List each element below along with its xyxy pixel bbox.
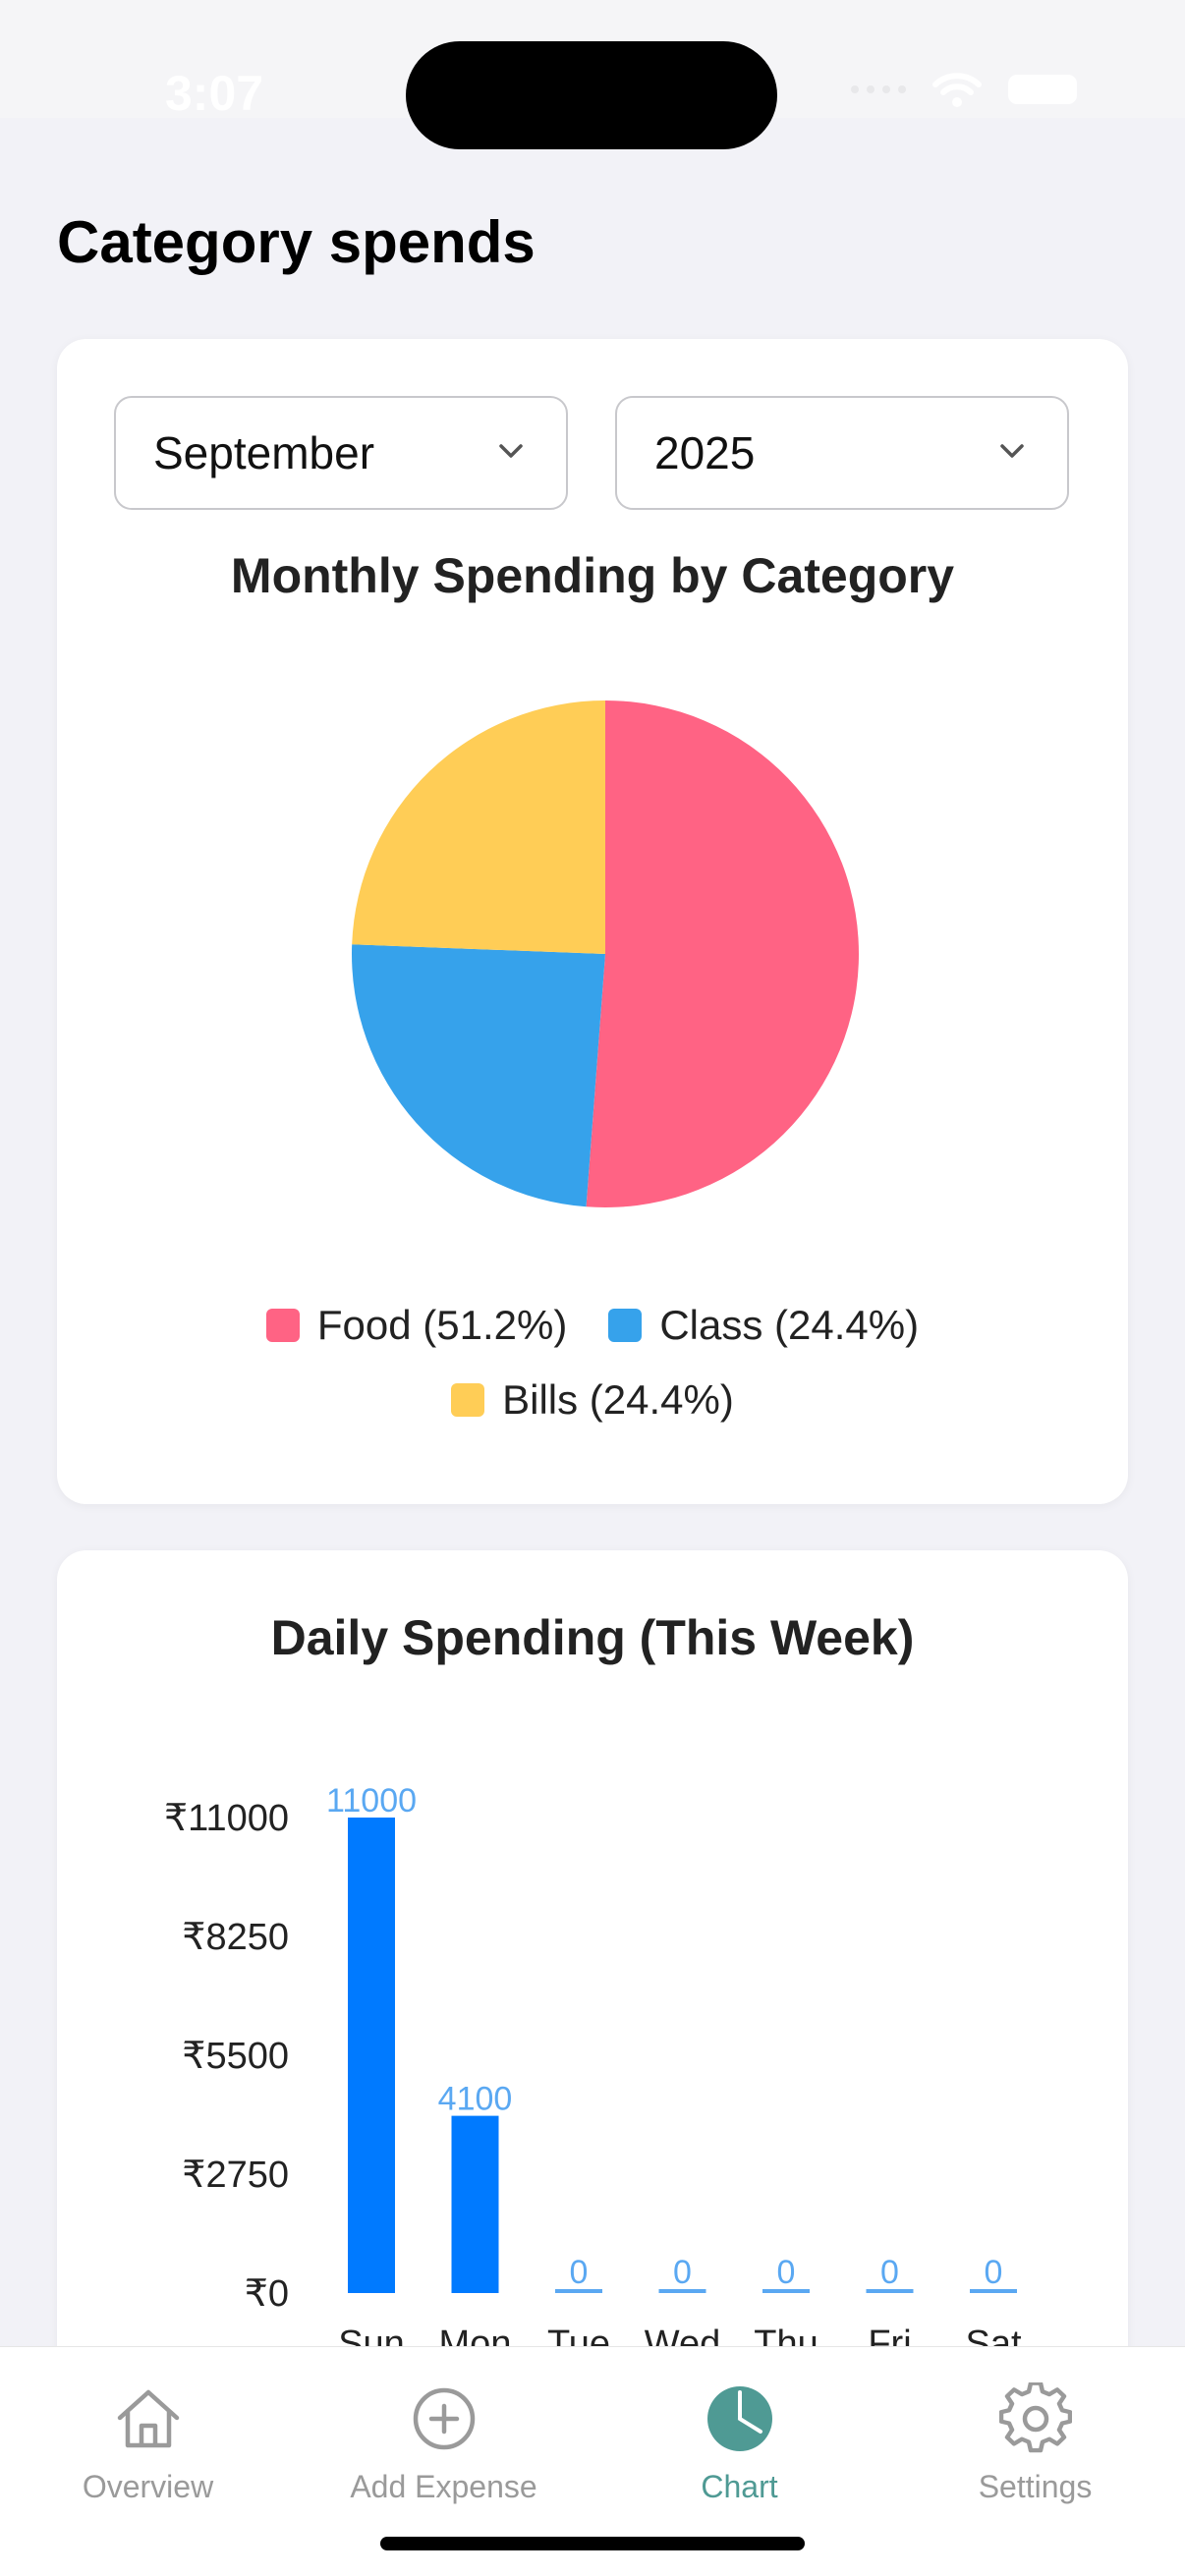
tab-label-add-expense: Add Expense (350, 2469, 537, 2504)
tab-chart[interactable]: Chart (592, 2347, 887, 2524)
bar-value-label: 4100 (438, 2081, 513, 2118)
pie-legend: Food (51.2%) Class (24.4%) Bills (24.4%) (57, 1302, 1128, 1451)
status-time: 3:07 (165, 66, 264, 121)
dynamic-island (406, 41, 777, 149)
y-tick-label: ₹8250 (182, 1917, 289, 1958)
daily-bar-chart: ₹0₹2750₹5500₹8250₹11000 11000Sun4100Mon0T… (164, 1782, 1022, 2365)
page-title: Category spends (57, 209, 536, 275)
legend-item-class[interactable]: Class (24.4%) (608, 1302, 919, 1349)
bar-mon[interactable] (451, 2115, 499, 2293)
legend-item-bills[interactable]: Bills (24.4%) (451, 1376, 734, 1424)
y-tick-label: ₹5500 (182, 2036, 289, 2077)
pie-slice-food[interactable] (586, 700, 860, 1207)
bar-value-label: 0 (880, 2254, 899, 2291)
bar-chart-title: Daily Spending (This Week) (270, 1610, 915, 1665)
tab-overview[interactable]: Overview (0, 2347, 296, 2524)
wifi-icon (932, 73, 982, 107)
battery-icon (1008, 75, 1077, 104)
tab-label-overview: Overview (82, 2469, 214, 2504)
chevron-down-icon (1000, 444, 1024, 458)
pie-chart-title: Monthly Spending by Category (230, 548, 955, 603)
category-pie-chart (352, 700, 860, 1207)
legend-swatch-food (265, 1309, 300, 1342)
month-select[interactable]: September (114, 396, 568, 510)
category-pie-card: September 2025 Monthly Spending by Categ… (57, 339, 1128, 1504)
status-bar: 3:07 (0, 0, 1185, 149)
bar-value-label: 0 (673, 2254, 692, 2291)
y-tick-label: ₹0 (245, 2273, 289, 2315)
legend-label-food: Food (51.2%) (316, 1302, 568, 1348)
plus-circle-icon (413, 2387, 475, 2450)
legend-item-food[interactable]: Food (51.2%) (265, 1302, 568, 1349)
home-icon (117, 2389, 179, 2448)
year-select-value: 2025 (654, 427, 756, 478)
chevron-down-icon (499, 444, 523, 458)
home-indicator (380, 2537, 805, 2550)
bar-value-label: 0 (985, 2254, 1003, 2291)
pie-slice-bills[interactable] (352, 700, 605, 954)
gear-icon (998, 2382, 1072, 2453)
legend-label-bills: Bills (24.4%) (502, 1376, 734, 1423)
pie-chart-icon (706, 2386, 772, 2451)
tab-settings[interactable]: Settings (887, 2347, 1183, 2524)
tab-label-chart: Chart (701, 2469, 778, 2504)
pie-slice-class[interactable] (352, 944, 605, 1207)
tab-label-settings: Settings (978, 2469, 1093, 2504)
cellular-signal-icon (851, 85, 906, 93)
bar-value-label: 0 (777, 2254, 796, 2291)
month-select-value: September (153, 427, 375, 478)
bar-value-label: 11000 (326, 1782, 417, 1820)
legend-swatch-bills (451, 1383, 485, 1417)
status-icons (851, 71, 1077, 108)
legend-swatch-class (608, 1309, 643, 1342)
y-tick-label: ₹11000 (164, 1798, 289, 1839)
bar-value-label: 0 (570, 2254, 589, 2291)
year-select[interactable]: 2025 (615, 396, 1069, 510)
tab-add-expense[interactable]: Add Expense (296, 2347, 592, 2524)
legend-label-class: Class (24.4%) (659, 1302, 920, 1348)
y-tick-label: ₹2750 (182, 2155, 289, 2196)
bar-sun[interactable] (348, 1818, 395, 2293)
